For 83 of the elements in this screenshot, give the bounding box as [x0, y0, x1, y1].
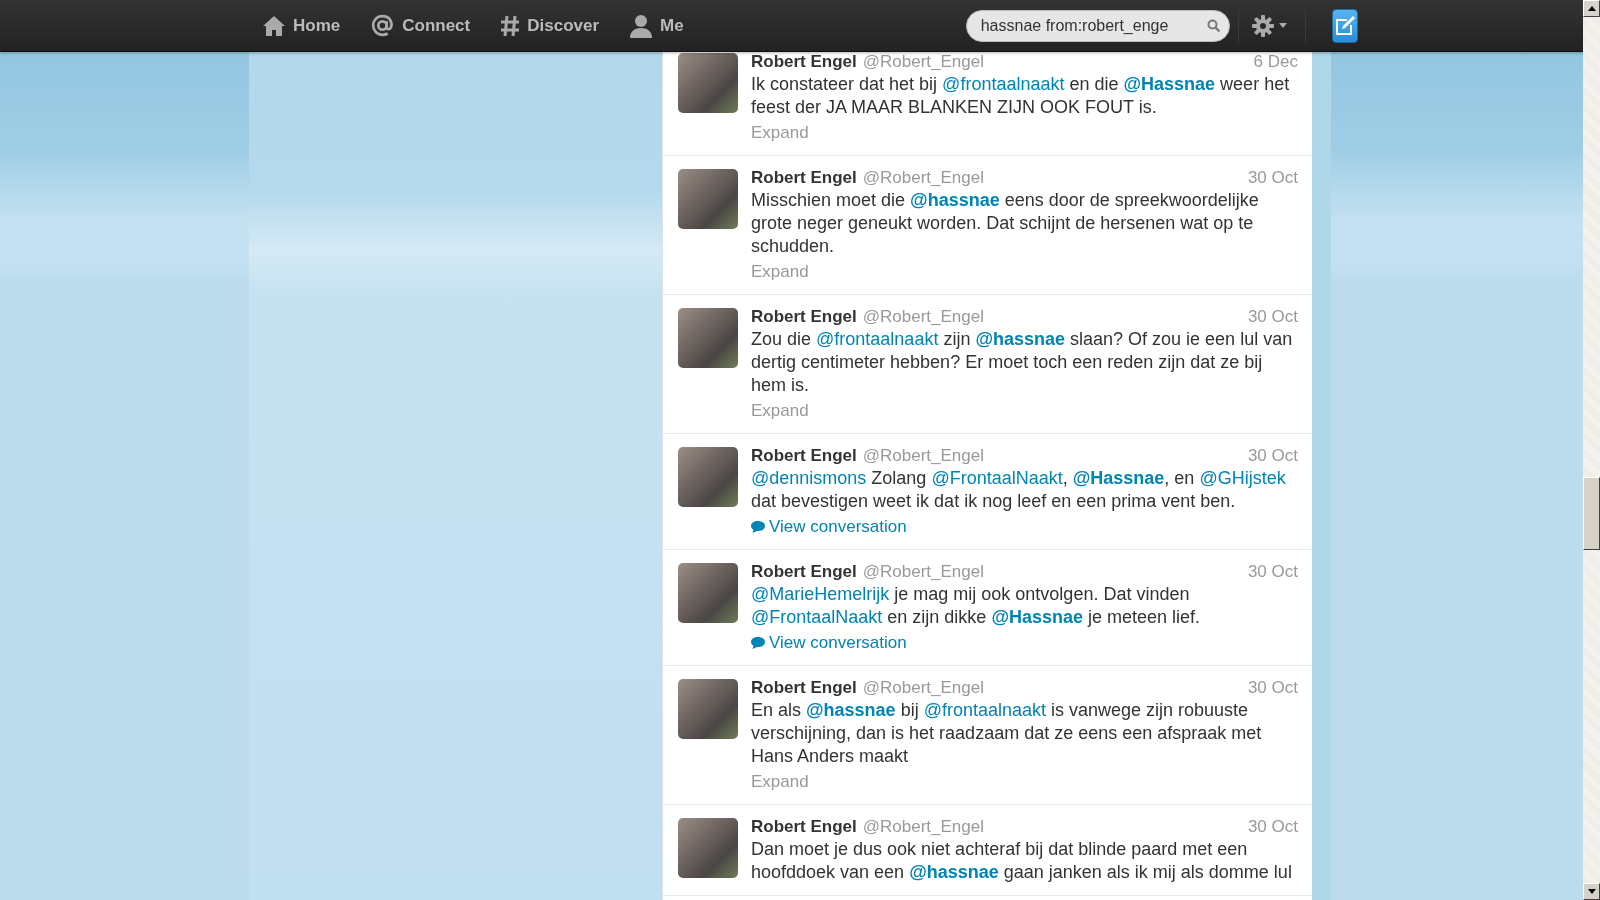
tweet-time[interactable]: 30 Oct: [1247, 561, 1298, 583]
avatar-placeholder: [678, 679, 738, 739]
search-field[interactable]: hassnae from:robert_enge: [965, 9, 1230, 42]
author-name[interactable]: Robert Engel: [751, 816, 857, 838]
expand-link[interactable]: Expand: [751, 122, 809, 144]
author-name[interactable]: Robert Engel: [751, 561, 857, 583]
compose-button[interactable]: [1331, 8, 1358, 43]
tweet-time[interactable]: 30 Oct: [1247, 677, 1298, 699]
tweet-text: Zou die @frontaalnaakt zijn @hassnae slaan? Of zou ie een lul van dertig centimeter hebben? Er moet toch een reden zijn dat ze bij hem is.: [751, 328, 1294, 397]
speech-bubble-icon: [751, 637, 765, 649]
scrollbar-thumb[interactable]: [1583, 477, 1600, 550]
author-handle[interactable]: @Robert_Engel: [862, 51, 984, 73]
caret-icon: [1278, 23, 1287, 28]
at-sign-icon: [370, 13, 396, 38]
mention-link[interactable]: @dennismons: [751, 468, 867, 488]
tweet-text: Dan moet je dus ook niet achteraf bij dat blinde paard met een hoofddoek van een @hassnae gaan janken als ik mij als domme lul: [751, 838, 1293, 884]
tweet-time[interactable]: 30 Oct: [1247, 816, 1298, 838]
author-handle[interactable]: @Robert_Engel: [862, 816, 984, 838]
view-conversation-link[interactable]: View conversation: [751, 632, 907, 654]
tweet-text: Ik constateer dat het bij @frontaalnaakt en die @Hassnae weer het feest der JA MAAR BLANKEN ZIJN OOK FOUT is.: [751, 73, 1291, 119]
mention-link[interactable]: @Hassnae: [1123, 74, 1216, 94]
hash-icon: [500, 14, 521, 37]
tweet-item[interactable]: Robert Engel @Robert_Engel 30 Oct @MarieHemelrijk je mag mij ook ontvolgen. Dat vinden @FrontaalNaakt en zijn dikke @Hassnae je meteen lief. View conversation: [663, 550, 1312, 666]
up-arrow-icon: [1587, 6, 1596, 11]
mention-link[interactable]: @FrontaalNaakt: [931, 468, 1063, 488]
mention-link[interactable]: @frontaalnaakt: [816, 329, 939, 349]
mention-link[interactable]: @MarieHemelrijk: [751, 584, 890, 604]
mention-link[interactable]: @hassnae: [909, 862, 999, 882]
mention-link[interactable]: @GHijstek: [1199, 468, 1286, 488]
person-icon: [629, 13, 654, 38]
mention-link[interactable]: @hassnae: [975, 329, 1065, 349]
tweet-item[interactable]: Robert Engel @Robert_Engel 30 Oct Zou die @frontaalnaakt zijn @hassnae slaan? Of zou ie een lul van dertig centimeter hebben? Er moet toch een reden zijn dat ze bij hem is. Expand: [663, 295, 1312, 434]
author-handle[interactable]: @Robert_Engel: [862, 306, 984, 328]
tweet-item[interactable]: Robert Engel @Robert_Engel 30 Oct En als @hassnae bij @frontaalnaakt is vanwege zijn robuuste verschijning, dan is het raadzaam dat ze eens een afspraak met Hans Anders maakt Expand: [663, 666, 1312, 805]
avatar-placeholder: [678, 169, 738, 229]
tweet-text: @dennismons Zolang @FrontaalNaakt, @Hassnae, en @GHijstek dat bevestigen weet ik dat ik nog leef en een prima vent ben.: [751, 467, 1287, 513]
search-icon: [1206, 18, 1221, 33]
author-name[interactable]: Robert Engel: [751, 445, 857, 467]
author-handle[interactable]: @Robert_Engel: [862, 677, 984, 699]
author-handle[interactable]: @Robert_Engel: [862, 445, 984, 467]
tweet-text: En als @hassnae bij @frontaalnaakt is vanwege zijn robuuste verschijning, dan is het raadzaam dat ze eens een afspraak met Hans Anders maakt: [751, 699, 1263, 768]
author-name[interactable]: Robert Engel: [751, 51, 857, 73]
tweet-time[interactable]: 30 Oct: [1247, 445, 1298, 467]
avatar-placeholder: [678, 563, 738, 623]
nav-link[interactable]: Home: [262, 14, 341, 37]
mention-link[interactable]: @Hassnae: [991, 607, 1083, 627]
expand-link[interactable]: Expand: [751, 261, 809, 283]
mention-link[interactable]: @hassnae: [910, 190, 1000, 210]
tweet-text: Misschien moet die @hassnae eens door de spreekwoordelijke grote neger geneukt worden. Dat schijnt de hersenen wat op te schudden.: [751, 189, 1260, 258]
tweet-item[interactable]: Robert Engel @Robert_Engel 30 Oct Dan moet je dus ook niet achteraf bij dat blinde paard met een hoofddoek van een @hassnae gaan janken als ik mij als domme lul: [663, 805, 1312, 896]
author-name[interactable]: Robert Engel: [751, 677, 857, 699]
avatar-placeholder: [678, 447, 738, 507]
tweet-time[interactable]: 30 Oct: [1247, 306, 1298, 328]
avatar-placeholder: [678, 53, 738, 113]
author-name[interactable]: Robert Engel: [751, 306, 857, 328]
mention-link[interactable]: @FrontaalNaakt: [751, 607, 883, 627]
tweet-text: @MarieHemelrijk je mag mij ook ontvolgen. Dat vinden @FrontaalNaakt en zijn dikke @Hassnae je meteen lief.: [751, 583, 1202, 629]
view-conversation-link[interactable]: View conversation: [751, 516, 907, 538]
expand-link[interactable]: Expand: [751, 771, 809, 793]
avatar-placeholder: [678, 818, 738, 878]
settings-icon: [1250, 13, 1275, 38]
home-icon: [262, 14, 286, 37]
tweet-time[interactable]: 6 Dec: [1253, 51, 1298, 73]
mention-link[interactable]: @Hassnae: [1072, 468, 1165, 488]
author-name[interactable]: Robert Engel: [751, 167, 857, 189]
tweet-item[interactable]: Robert Engel @Robert_Engel 30 Oct Misschien moet die @hassnae eens door de spreekwoordelijke grote neger geneukt worden. Dat schijnt de hersenen wat op te schudden. Expand: [663, 156, 1312, 295]
scrollbar[interactable]: [1583, 0, 1600, 900]
mention-link[interactable]: @hassnae: [806, 700, 896, 720]
mention-link[interactable]: @frontaalnaakt: [923, 700, 1046, 720]
author-handle[interactable]: @Robert_Engel: [862, 167, 984, 189]
tweet-time[interactable]: 30 Oct: [1247, 167, 1298, 189]
down-arrow-icon: [1587, 889, 1596, 894]
tweet-item[interactable]: Robert Engel @Robert_Engel 30 Oct @dennismons Zolang @FrontaalNaakt, @Hassnae, en @GHijstek dat bevestigen weet ik dat ik nog leef en een prima vent ben. View conversation: [663, 434, 1312, 550]
scroll-down-button[interactable]: [1583, 883, 1600, 900]
nav-link[interactable]: Connect: [370, 13, 471, 38]
scroll-up-button[interactable]: [1583, 0, 1600, 17]
nav-link[interactable]: Discover: [500, 14, 600, 37]
expand-link[interactable]: Expand: [751, 400, 809, 422]
mention-link[interactable]: @frontaalnaakt: [942, 74, 1065, 94]
speech-bubble-icon: [751, 521, 765, 533]
nav-link[interactable]: Me: [629, 13, 684, 38]
author-handle[interactable]: @Robert_Engel: [862, 561, 984, 583]
avatar-placeholder: [678, 308, 738, 368]
